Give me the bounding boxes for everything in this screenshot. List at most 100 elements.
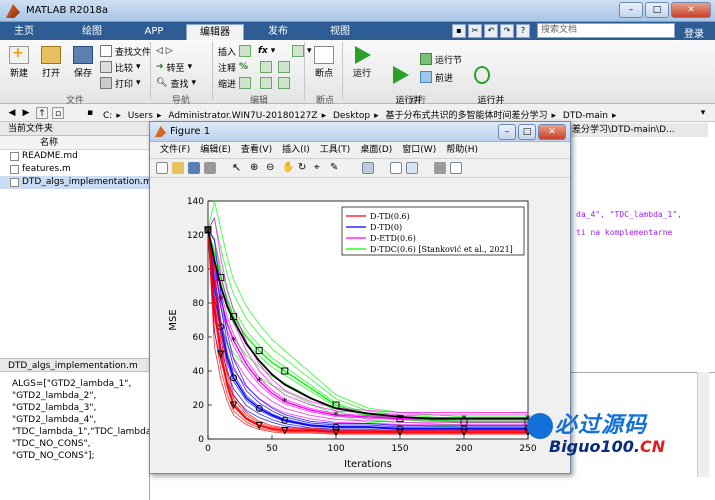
redo-quick-icon[interactable]: ↷ <box>500 24 514 38</box>
menu-window[interactable]: 窗口(W) <box>402 142 436 158</box>
vertical-scrollbar[interactable] <box>697 372 709 477</box>
file-item[interactable]: README.md <box>0 150 149 163</box>
run-section-button[interactable]: 运行节 <box>420 52 462 66</box>
menu-help[interactable]: 帮助(H) <box>446 142 478 158</box>
print-icon[interactable] <box>204 162 216 174</box>
breadcrumb-separator-icon: ▸ <box>551 111 557 121</box>
open-button[interactable]: 打开 <box>38 46 64 79</box>
breadcrumb-item[interactable]: DTD-main <box>563 111 608 121</box>
advance-icon <box>420 71 432 83</box>
advance-button[interactable]: 前进 <box>420 70 453 84</box>
tab-apps[interactable]: APP <box>134 24 174 40</box>
save-quick-icon[interactable]: ▪ <box>452 24 466 38</box>
link-plot-icon[interactable] <box>362 162 374 174</box>
edit-tool3-icon[interactable] <box>278 60 290 74</box>
edit-tool-glyph-icon <box>260 61 272 73</box>
address-bar: ◀ ▶ ↑ ▫ ▪ C: ▸ Users ▸ Administrator.WIN7U… <box>0 104 715 122</box>
print-button[interactable]: 打印 ▾ <box>100 76 141 90</box>
tab-home[interactable]: 主页 <box>4 24 44 40</box>
file-item-selected[interactable]: DTD_algs_implementation.m <box>0 176 152 189</box>
run-section-label: 运行节 <box>435 55 463 66</box>
rotate-icon[interactable]: ↻ <box>298 162 310 174</box>
menu-desktop[interactable]: 桌面(D) <box>360 142 392 158</box>
breadcrumb-item[interactable]: 基于分布式共识的多智能体时间差分学习 <box>386 111 548 121</box>
new-label: 新建 <box>9 69 28 79</box>
open-icon[interactable] <box>172 162 184 174</box>
tab-plots[interactable]: 绘图 <box>70 24 114 40</box>
menu-tools[interactable]: 工具(T) <box>320 142 351 158</box>
login-link[interactable]: 登录 <box>684 25 704 40</box>
back-arrow-icon[interactable]: ◀ <box>6 107 18 119</box>
figure-maximize-button[interactable]: □ <box>518 124 536 140</box>
edit-tool5-icon[interactable]: ▾ <box>292 44 312 58</box>
menu-edit[interactable]: 编辑(E) <box>200 142 231 158</box>
name-column-header[interactable]: 名称 <box>0 136 149 150</box>
menu-insert[interactable]: 插入(I) <box>282 142 310 158</box>
run-label: 运行 <box>352 69 371 79</box>
find-files-icon <box>100 45 112 57</box>
legend-label: D-TD(0) <box>370 223 402 232</box>
save-button[interactable]: 保存 <box>70 46 96 79</box>
dock-icon[interactable] <box>450 162 462 174</box>
minimize-button[interactable]: – <box>619 2 643 18</box>
pointer-icon[interactable]: ↖ <box>232 162 244 174</box>
menu-view[interactable]: 查看(V) <box>241 142 272 158</box>
find-button[interactable]: 🔍︎ 查找 ▾ <box>156 76 196 90</box>
nav-back-icon[interactable]: ◁ ▷ <box>156 44 173 58</box>
tab-publish[interactable]: 发布 <box>256 24 300 40</box>
browse-folder-icon[interactable]: ▫ <box>52 107 64 119</box>
hide-tools-icon[interactable] <box>434 162 446 174</box>
find-files-button[interactable]: 查找文件 <box>100 44 151 58</box>
help-quick-icon[interactable]: ? <box>516 24 530 38</box>
edit-tool4-icon[interactable] <box>278 76 290 90</box>
menu-file[interactable]: 文件(F) <box>160 142 190 158</box>
up-folder-icon[interactable]: ↑ <box>36 107 48 119</box>
figure-minimize-button[interactable]: – <box>498 124 516 140</box>
pan-hand-icon[interactable]: ✋ <box>282 162 294 174</box>
tab-view[interactable]: 视图 <box>318 24 362 40</box>
compare-button[interactable]: 比较 ▾ <box>100 60 141 74</box>
indent-button[interactable]: 缩进 <box>218 76 252 90</box>
close-button[interactable]: ✕ <box>671 2 711 18</box>
comment-label: 注释 <box>218 63 237 74</box>
zoom-out-icon[interactable]: ⊖ <box>266 162 278 174</box>
file-name: README.md <box>22 151 78 161</box>
cut-quick-icon[interactable]: ✂ <box>468 24 482 38</box>
fx-button[interactable]: fx ▾ <box>258 44 275 58</box>
file-item[interactable]: features.m <box>0 163 149 176</box>
breakpoints-button[interactable]: 断点 <box>310 46 338 79</box>
edit-tool3-glyph-icon <box>278 61 290 73</box>
comment-button[interactable]: 注释% <box>218 60 248 74</box>
insert-button[interactable]: 插入 <box>218 44 252 58</box>
forward-arrow-icon[interactable]: ▶ <box>20 107 32 119</box>
edit-tool2-icon[interactable] <box>260 76 272 90</box>
run-button[interactable]: 运行 <box>348 46 376 79</box>
breadcrumb-item[interactable]: C: <box>103 111 112 121</box>
maximize-button[interactable]: □ <box>645 2 669 18</box>
legend-icon[interactable] <box>406 162 418 174</box>
breadcrumb-item[interactable]: Users <box>128 111 153 121</box>
colorbar-icon[interactable] <box>390 162 402 174</box>
new-figure-icon[interactable] <box>156 162 168 174</box>
edit-tool-icon[interactable] <box>260 60 272 74</box>
zoom-in-icon[interactable]: ⊕ <box>250 162 262 174</box>
figure-toolbar: ↖ ⊕ ⊖ ✋ ↻ ⌖ ✎ <box>150 158 570 178</box>
new-button[interactable]: + 新建 <box>6 45 32 79</box>
save-icon[interactable] <box>188 162 200 174</box>
figure-window: Figure 1 – □ ✕ 文件(F) 编辑(E) 查看(V) 插入(I) 工… <box>149 121 571 474</box>
tab-editor[interactable]: 编辑器 <box>186 24 244 40</box>
figure-close-button[interactable]: ✕ <box>538 124 566 140</box>
editor-toolstrip: + 新建 打开 保存 查找文件 比较 ▾ 打印 ▾ ◁ ▷ ➜ 转至 ▾ 🔍︎ 查找 ▾ 插… <box>0 40 715 116</box>
data-cursor-icon[interactable]: ⌖ <box>314 162 326 174</box>
goto-arrow-icon: ➜ <box>156 62 164 72</box>
breadcrumb-item[interactable]: Administrator.WIN7U-20180127Z <box>168 111 317 121</box>
insert-label: 插入 <box>218 47 237 58</box>
address-dropdown-icon[interactable]: ▾ <box>697 107 709 119</box>
search-documentation-input[interactable]: 搜索文档 <box>537 23 675 38</box>
figure-menu-bar: 文件(F) 编辑(E) 查看(V) 插入(I) 工具(T) 桌面(D) 窗口(W… <box>150 142 570 158</box>
open-label: 打开 <box>41 69 60 79</box>
undo-quick-icon[interactable]: ↶ <box>484 24 498 38</box>
brush-icon[interactable]: ✎ <box>330 162 342 174</box>
breadcrumb-item[interactable]: Desktop <box>333 111 370 121</box>
goto-button[interactable]: ➜ 转至 ▾ <box>156 60 192 74</box>
